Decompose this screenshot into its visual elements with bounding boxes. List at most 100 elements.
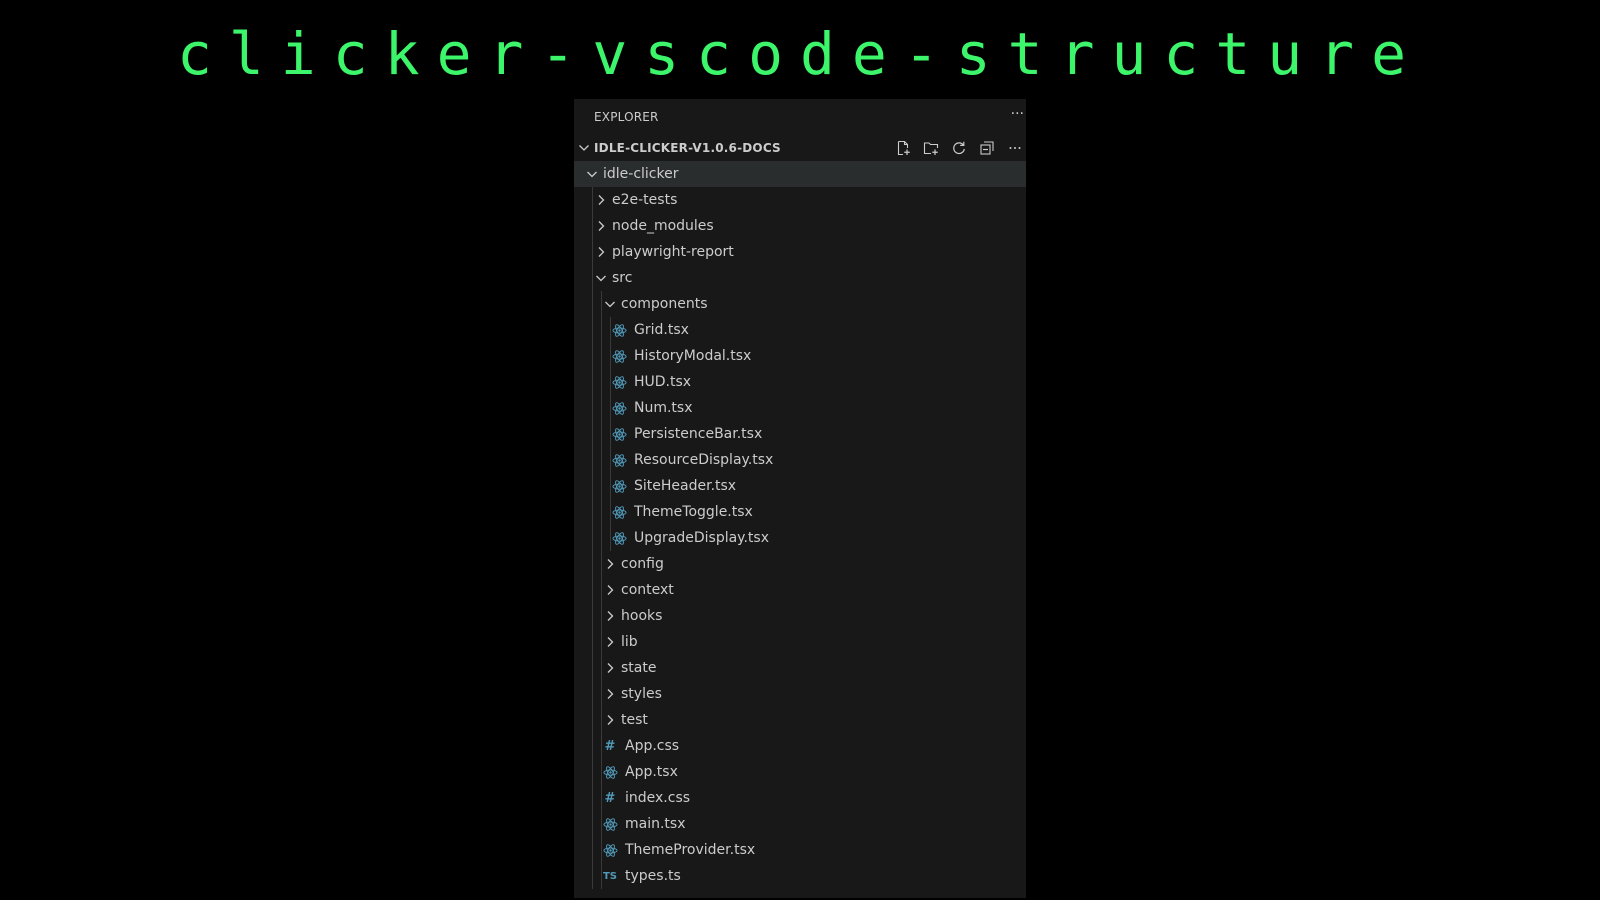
file-label: index.css [625,790,691,806]
chevron-down-icon [579,145,589,151]
chevron-right-icon [607,715,614,725]
folder-item-node-modules[interactable]: node_modules [574,213,1026,239]
file-item-siteheader-tsx[interactable]: SiteHeader.tsx [574,473,1026,499]
file-tree: idle-clicker e2e-tests node_modulesplaywri… [574,161,1026,889]
file-label: UpgradeDisplay.tsx [634,530,769,546]
file-label: types.ts [625,868,681,884]
workspace-toolbar [886,138,1026,158]
chevron-right-icon [607,585,614,595]
folder-item-lib[interactable]: lib [574,629,1026,655]
workspace-section-header[interactable]: IDLE-CLICKER-V1.0.6-DOCS [574,135,1026,161]
file-label: ThemeProvider.tsx [625,842,756,858]
new-file-button[interactable] [892,138,914,158]
typescript-badge: TS [602,870,618,882]
chevron-down-icon [587,171,597,178]
new-folder-button[interactable] [920,138,942,158]
folder-expanded-indicator [584,166,600,182]
folder-item-context[interactable]: context [574,577,1026,603]
file-item-resourcedisplay-tsx[interactable]: ResourceDisplay.tsx [574,447,1026,473]
react-file-icon [611,322,627,338]
folder-item-src[interactable]: src [574,265,1026,291]
file-label: ResourceDisplay.tsx [634,452,774,468]
react-file-icon [611,478,627,494]
file-label: PersistenceBar.tsx [634,426,763,442]
folder-collapsed-indicator [602,686,618,702]
folder-item-components[interactable]: components [574,291,1026,317]
react-file-icon [602,843,618,857]
file-item-themetoggle-tsx[interactable]: ThemeToggle.tsx [574,499,1026,525]
indent-guide [592,187,593,889]
file-label: main.tsx [625,816,686,832]
file-item-hud-tsx[interactable]: HUD.tsx [574,369,1026,395]
react-file-icon [611,323,627,337]
file-item-persistencebar-tsx[interactable]: PersistenceBar.tsx [574,421,1026,447]
file-item-index-css[interactable]: # index.css [574,785,1026,811]
folder-label: config [621,556,664,572]
chevron-right-icon [598,195,605,205]
folder-item-test[interactable]: test [574,707,1026,733]
indent-guide [610,317,611,551]
react-file-icon [611,505,627,519]
folder-collapsed-indicator [602,712,618,728]
file-item-main-tsx[interactable]: main.tsx [574,811,1026,837]
chevron-right-icon [598,221,605,231]
folder-item-styles[interactable]: styles [574,681,1026,707]
folder-label: idle-clicker [603,166,679,182]
chevron-down-icon [605,301,615,308]
folder-label: lib [621,634,638,650]
folder-item-state[interactable]: state [574,655,1026,681]
chevron-right-icon [598,247,605,257]
react-file-icon [611,427,627,441]
file-item-num-tsx[interactable]: Num.tsx [574,395,1026,421]
folder-label: components [621,296,708,312]
folder-label: playwright-report [612,244,734,260]
more-actions-button[interactable] [1004,138,1026,158]
chevron-right-icon [607,559,614,569]
folder-collapsed-indicator [602,556,618,572]
react-file-icon [602,816,618,832]
collapse-all-button[interactable] [976,138,998,158]
css-file-icon: # [604,738,616,754]
chevron-right-icon [607,663,614,673]
react-file-icon [611,348,627,364]
react-file-icon [611,453,627,467]
react-file-icon [611,400,627,416]
folder-expanded-indicator [593,270,609,286]
page: clicker-vscode-structure EXPLORER ··· ID… [0,0,1600,900]
chevron-right-icon [607,689,614,699]
file-item-themeprovider-tsx[interactable]: ThemeProvider.tsx [574,837,1026,863]
explorer-more-icon[interactable]: ··· [1011,107,1024,121]
folder-label: node_modules [612,218,714,234]
file-item-historymodal-tsx[interactable]: HistoryModal.tsx [574,343,1026,369]
file-item-grid-tsx[interactable]: Grid.tsx [574,317,1026,343]
react-file-icon [611,530,627,546]
more-actions-icon [1009,147,1021,149]
new-file-icon [897,140,910,156]
explorer-panel: EXPLORER ··· IDLE-CLICKER-V1.0.6-DOCS id… [574,99,1026,898]
folder-label: hooks [621,608,663,624]
file-item-upgradedisplay-tsx[interactable]: UpgradeDisplay.tsx [574,525,1026,551]
folder-item-e2e-tests[interactable]: e2e-tests [574,187,1026,213]
react-file-icon [611,374,627,390]
file-label: SiteHeader.tsx [634,478,737,494]
file-item-app-tsx[interactable]: App.tsx [574,759,1026,785]
folder-label: state [621,660,657,676]
workspace-label: IDLE-CLICKER-V1.0.6-DOCS [594,141,781,155]
folder-expanded-indicator [602,296,618,312]
folder-item-playwright-report[interactable]: playwright-report [574,239,1026,265]
file-item-app-css[interactable]: # App.css [574,733,1026,759]
file-label: HistoryModal.tsx [634,348,752,364]
folder-label: context [621,582,674,598]
typescript-file-icon: TS [602,868,618,884]
folder-item-idle-clicker[interactable]: idle-clicker [574,161,1026,187]
chevron-right-icon [607,637,614,647]
file-label: HUD.tsx [634,374,692,390]
folder-collapsed-indicator [593,218,609,234]
explorer-header: EXPLORER ··· [574,99,1026,135]
file-item-types-ts[interactable]: TS types.ts [574,863,1026,889]
css-file-icon: # [604,790,616,806]
folder-item-hooks[interactable]: hooks [574,603,1026,629]
indent-guide [601,291,602,889]
refresh-button[interactable] [948,138,970,158]
folder-item-config[interactable]: config [574,551,1026,577]
